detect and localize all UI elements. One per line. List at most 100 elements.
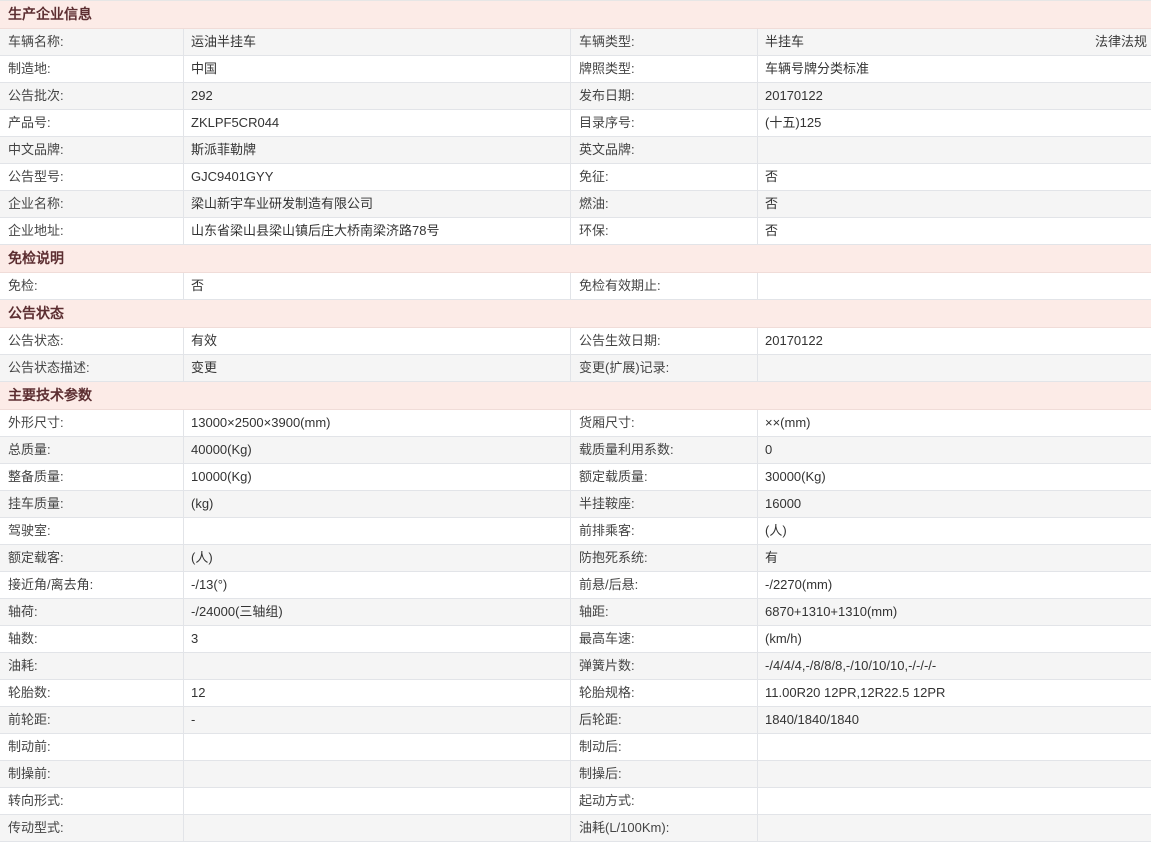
field-value	[758, 137, 1151, 163]
field-value: 变更	[184, 355, 571, 381]
field-value-text: (kg)	[191, 496, 213, 511]
field-label: 车辆名称:	[0, 29, 184, 55]
field-value: ××(mm)	[758, 410, 1151, 436]
field-label: 轴距:	[571, 599, 758, 625]
field-label-text: 公告生效日期:	[579, 333, 661, 348]
field-value-text: 半挂车	[765, 34, 804, 49]
field-label: 接近角/离去角:	[0, 572, 184, 598]
field-label-text: 企业地址:	[8, 223, 64, 238]
field-value-text: 20170122	[765, 333, 823, 348]
field-label: 公告生效日期:	[571, 328, 758, 354]
field-label: 挂车质量:	[0, 491, 184, 517]
field-label-text: 半挂鞍座:	[579, 496, 635, 511]
field-value: 否	[758, 191, 1151, 217]
field-value-text: 0	[765, 442, 772, 457]
legal-regulations-link[interactable]: 法律法规	[1095, 29, 1147, 55]
field-value: 292	[184, 83, 571, 109]
field-value-text: 否	[765, 196, 778, 211]
field-value: 梁山新宇车业研发制造有限公司	[184, 191, 571, 217]
field-label-text: 油耗:	[8, 658, 38, 673]
field-value: 车辆号牌分类标准	[758, 56, 1151, 82]
table-row: 传动型式:油耗(L/100Km):	[0, 815, 1151, 842]
field-label-text: 目录序号:	[579, 115, 635, 130]
field-value: (人)	[758, 518, 1151, 544]
field-label-text: 车辆名称:	[8, 34, 64, 49]
field-label-text: 轮胎规格:	[579, 685, 635, 700]
table-row: 车辆名称: 运油半挂车 车辆类型: 半挂车 法律法规	[0, 29, 1151, 56]
field-value-text: 20170122	[765, 88, 823, 103]
field-value-text: 否	[765, 223, 778, 238]
field-value: 3	[184, 626, 571, 652]
field-value-text: (人)	[765, 523, 787, 538]
field-value-text: 有效	[191, 333, 217, 348]
field-label-text: 免征:	[579, 169, 609, 184]
field-label-text: 轮胎数:	[8, 685, 51, 700]
field-value: 13000×2500×3900(mm)	[184, 410, 571, 436]
field-label-text: 制操前:	[8, 766, 51, 781]
field-label: 防抱死系统:	[571, 545, 758, 571]
field-label: 发布日期:	[571, 83, 758, 109]
field-value: 11.00R20 12PR,12R22.5 12PR	[758, 680, 1151, 706]
field-label: 驾驶室:	[0, 518, 184, 544]
table-row: 轴荷:-/24000(三轴组)轴距:6870+1310+1310(mm)	[0, 599, 1151, 626]
field-label: 制造地:	[0, 56, 184, 82]
field-label: 企业地址:	[0, 218, 184, 244]
field-label: 车辆类型:	[571, 29, 758, 55]
table-row: 整备质量:10000(Kg)额定载质量:30000(Kg)	[0, 464, 1151, 491]
field-value: GJC9401GYY	[184, 164, 571, 190]
field-value-text: 13000×2500×3900(mm)	[191, 415, 331, 430]
field-label-text: 前轮距:	[8, 712, 51, 727]
vehicle-announcement-page: 生产企业信息车辆名称:运油半挂车车辆类型:半挂车法律法规制造地:中国牌照类型:车…	[0, 0, 1151, 842]
field-value	[758, 734, 1151, 760]
field-value-text: 中国	[191, 61, 217, 76]
field-value: (km/h)	[758, 626, 1151, 652]
field-label-text: 防抱死系统:	[579, 550, 648, 565]
field-value: 1840/1840/1840	[758, 707, 1151, 733]
table-row: 公告状态:有效公告生效日期:20170122	[0, 328, 1151, 355]
field-value	[758, 761, 1151, 787]
table-row: 轴数:3最高车速: (km/h)	[0, 626, 1151, 653]
field-value	[184, 788, 571, 814]
field-value: 20170122	[758, 328, 1151, 354]
field-label-text: 额定载客:	[8, 550, 64, 565]
field-label: 公告批次:	[0, 83, 184, 109]
field-label-text: 制操后:	[579, 766, 622, 781]
field-value	[184, 815, 571, 841]
field-value: 10000(Kg)	[184, 464, 571, 490]
table-row: 转向形式:起动方式:	[0, 788, 1151, 815]
field-label-text: 免检:	[8, 278, 38, 293]
table-row: 中文品牌:斯派菲勒牌英文品牌:	[0, 137, 1151, 164]
field-label-text: 企业名称:	[8, 196, 64, 211]
field-label: 额定载客:	[0, 545, 184, 571]
field-value	[758, 815, 1151, 841]
table-row: 企业地址:山东省梁山县梁山镇后庄大桥南梁济路78号环保:否	[0, 218, 1151, 245]
field-label: 免征:	[571, 164, 758, 190]
field-label-text: 免检有效期止:	[579, 278, 661, 293]
field-label: 前排乘客:	[571, 518, 758, 544]
field-label: 产品号:	[0, 110, 184, 136]
table-row: 总质量:40000(Kg)载质量利用系数:0	[0, 437, 1151, 464]
field-value: 否	[758, 218, 1151, 244]
field-value: 20170122	[758, 83, 1151, 109]
field-label: 最高车速:	[571, 626, 758, 652]
field-value-text: 否	[191, 278, 204, 293]
field-value: 山东省梁山县梁山镇后庄大桥南梁济路78号	[184, 218, 571, 244]
field-value-text: 运油半挂车	[191, 34, 256, 49]
field-label: 轴数:	[0, 626, 184, 652]
field-value-text: 16000	[765, 496, 801, 511]
field-label-text: 前排乘客:	[579, 523, 635, 538]
field-label-text: 起动方式:	[579, 793, 635, 808]
field-label: 油耗(L/100Km):	[571, 815, 758, 841]
field-label-text: 公告型号:	[8, 169, 64, 184]
field-value-text: 变更	[191, 360, 217, 375]
field-value: 12	[184, 680, 571, 706]
field-value-text: (km/h)	[765, 631, 802, 646]
field-label-text: 载质量利用系数:	[579, 442, 674, 457]
field-value-text: 30000(Kg)	[765, 469, 826, 484]
field-label: 变更(扩展)记录:	[571, 355, 758, 381]
field-value: 斯派菲勒牌	[184, 137, 571, 163]
field-value: 6870+1310+1310(mm)	[758, 599, 1151, 625]
field-label: 公告状态描述:	[0, 355, 184, 381]
field-label: 油耗:	[0, 653, 184, 679]
field-value: 有效	[184, 328, 571, 354]
